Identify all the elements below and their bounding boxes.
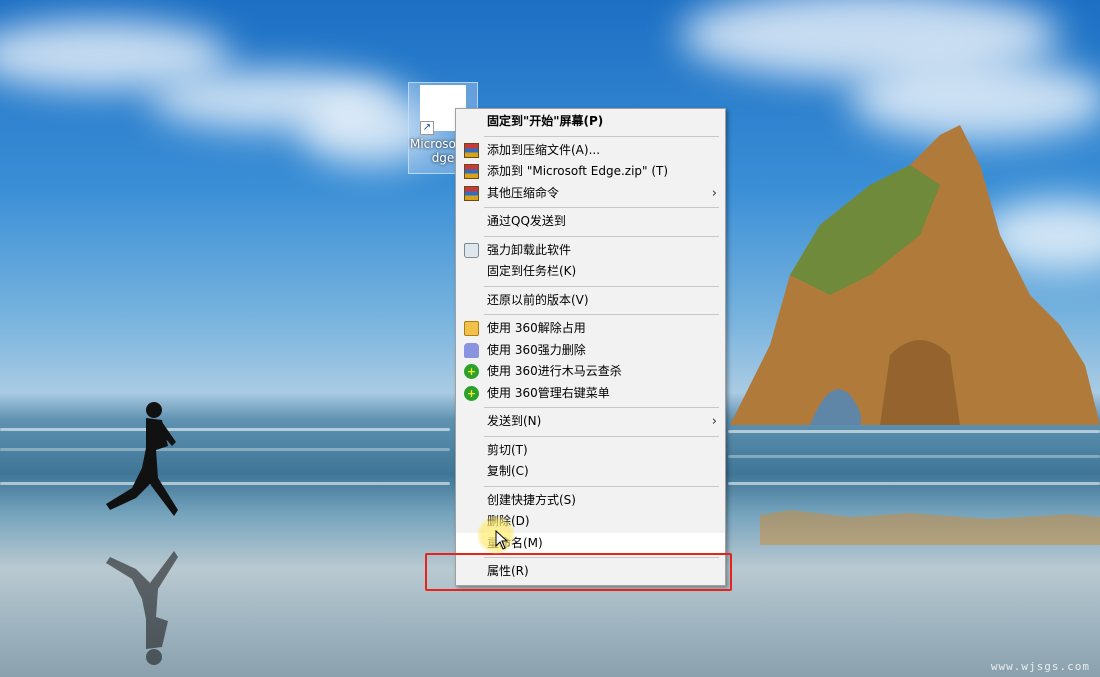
menu-360-force-delete[interactable]: 使用 360强力删除 bbox=[456, 340, 725, 362]
shortcut-arrow-icon: ↗ bbox=[420, 121, 434, 135]
annotation-highlight-box bbox=[425, 553, 732, 591]
menu-copy[interactable]: 复制(C) bbox=[456, 461, 725, 483]
menu-pin-to-start[interactable]: 固定到"开始"屏幕(P) bbox=[456, 111, 725, 133]
runner-silhouette bbox=[106, 402, 178, 516]
menu-separator bbox=[484, 207, 719, 208]
archive-icon bbox=[464, 142, 479, 158]
runner-reflection bbox=[106, 551, 178, 665]
unlock-icon bbox=[464, 321, 479, 336]
rock-arch-image bbox=[730, 125, 1100, 545]
menu-pin-to-taskbar[interactable]: 固定到任务栏(K) bbox=[456, 261, 725, 283]
360-guard-icon: + bbox=[464, 385, 479, 401]
mouse-pointer-icon bbox=[495, 530, 509, 550]
context-menu: 固定到"开始"屏幕(P) 添加到压缩文件(A)... 添加到 "Microsof… bbox=[455, 108, 726, 586]
submenu-arrow-icon: › bbox=[711, 185, 717, 201]
menu-other-compress[interactable]: 其他压缩命令 › bbox=[456, 183, 725, 205]
menu-add-to-archive[interactable]: 添加到压缩文件(A)... bbox=[456, 140, 725, 162]
menu-360-trojan-scan[interactable]: + 使用 360进行木马云查杀 bbox=[456, 361, 725, 383]
menu-360-unlock[interactable]: 使用 360解除占用 bbox=[456, 318, 725, 340]
menu-restore-previous[interactable]: 还原以前的版本(V) bbox=[456, 290, 725, 312]
menu-separator bbox=[484, 235, 719, 237]
menu-separator bbox=[484, 135, 719, 137]
menu-separator bbox=[484, 407, 719, 408]
menu-force-uninstall[interactable]: 强力卸载此软件 bbox=[456, 240, 725, 262]
archive-icon bbox=[464, 185, 479, 201]
menu-separator bbox=[484, 285, 719, 287]
menu-separator bbox=[484, 485, 719, 487]
menu-360-manage-context[interactable]: + 使用 360管理右键菜单 bbox=[456, 383, 725, 405]
menu-cut[interactable]: 剪切(T) bbox=[456, 440, 725, 462]
submenu-arrow-icon: › bbox=[711, 414, 717, 429]
menu-send-to[interactable]: 发送到(N) › bbox=[456, 411, 725, 433]
360-guard-icon: + bbox=[464, 364, 479, 379]
archive-icon bbox=[464, 164, 479, 179]
menu-add-to-zip[interactable]: 添加到 "Microsoft Edge.zip" (T) bbox=[456, 161, 725, 183]
menu-send-via-qq[interactable]: 通过QQ发送到 bbox=[456, 211, 725, 233]
menu-create-shortcut[interactable]: 创建快捷方式(S) bbox=[456, 490, 725, 512]
watermark-text: www.wjsgs.com bbox=[990, 660, 1090, 673]
menu-separator bbox=[484, 435, 719, 437]
trash-icon bbox=[464, 242, 479, 258]
menu-separator bbox=[484, 314, 719, 315]
shred-icon bbox=[464, 342, 479, 358]
